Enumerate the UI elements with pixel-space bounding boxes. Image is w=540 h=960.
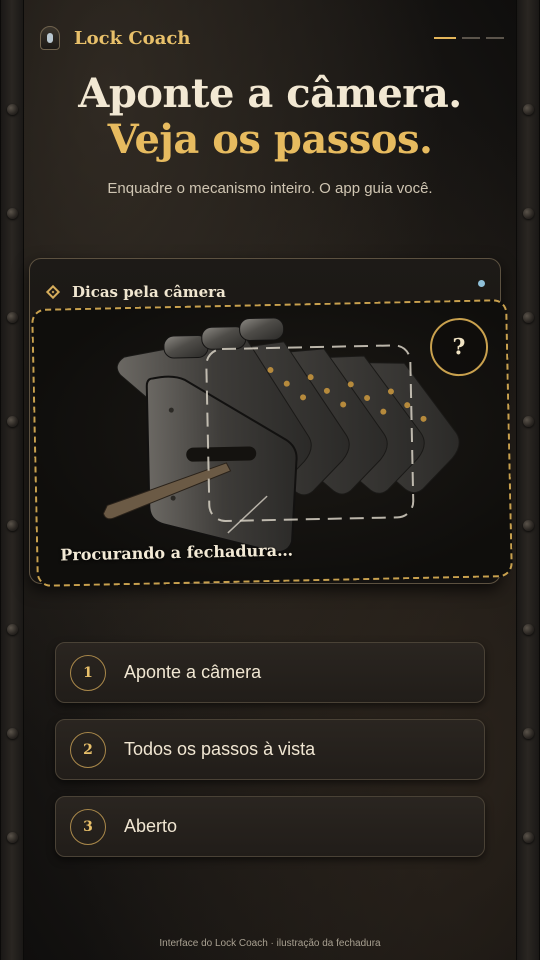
diamond-icon	[45, 284, 61, 300]
pager-dot-2[interactable]	[462, 37, 480, 39]
step-label: Aponte a câmera	[124, 662, 262, 682]
step-item-1[interactable]: 1 Aponte a câmera	[55, 642, 485, 703]
status-dot	[478, 280, 485, 287]
camera-tips-card: Dicas pela câmera ? Procurando a fechadu…	[29, 258, 513, 587]
step-number: 3	[70, 808, 106, 845]
pager-dot-3[interactable]	[486, 37, 504, 39]
step-label: Todos os passos à vista	[124, 739, 316, 759]
camera-viewfinder[interactable]: ? Procurando a fechadura…	[31, 299, 513, 587]
app-name: Lock Coach	[74, 27, 191, 49]
step-item-2[interactable]: 2 Todos os passos à vista	[55, 719, 485, 780]
pager-dot-1[interactable]	[434, 37, 456, 39]
step-number: 1	[70, 654, 106, 691]
keyhole-shield-icon	[40, 26, 60, 50]
footer-caption: Interface do Lock Coach · ilustração da …	[159, 938, 381, 949]
step-number: 2	[70, 731, 106, 768]
steps-list: 1 Aponte a câmera 2 Todos os passos à vi…	[55, 642, 485, 873]
hero-title-line2: Veja os passos.	[107, 116, 433, 163]
hero-subtitle: Enquadre o mecanismo inteiro. O app guia…	[107, 180, 433, 197]
hero-title-line1: Aponte a câmera.	[78, 70, 462, 117]
step-item-3[interactable]: 3 Aberto	[55, 796, 485, 857]
onboarding-pager[interactable]	[434, 37, 504, 39]
card-title: Dicas pela câmera	[72, 283, 226, 301]
hero: Aponte a câmera. Veja os passos. Enquadr…	[0, 70, 540, 197]
step-label: Aberto	[124, 816, 178, 836]
card-header: Dicas pela câmera	[45, 283, 226, 301]
app-header: Lock Coach	[40, 24, 504, 52]
